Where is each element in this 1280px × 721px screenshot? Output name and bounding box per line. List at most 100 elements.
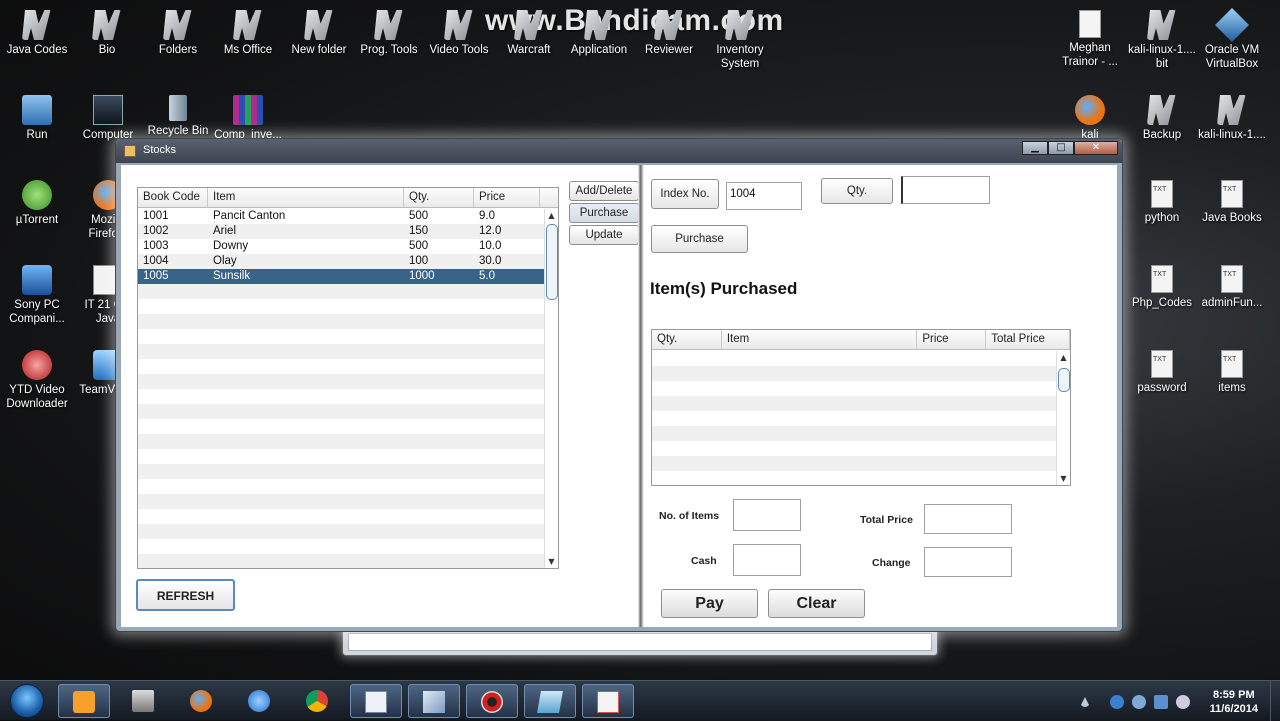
- desktop-icon-password[interactable]: password: [1127, 350, 1197, 395]
- table-row[interactable]: 1004 Olay 100 30.0: [138, 254, 544, 269]
- table-row[interactable]: 1003 Downy 500 10.0: [138, 239, 544, 254]
- desktop-icon-folders[interactable]: Folders: [143, 10, 213, 57]
- desktop-icon-label: Backup: [1142, 129, 1182, 141]
- desktop-icon-php-codes[interactable]: Php_Codes: [1127, 265, 1197, 310]
- desktop-icon-python[interactable]: python: [1127, 180, 1197, 225]
- desktop-icon-comp-inve[interactable]: Comp_inve...: [213, 95, 283, 142]
- change-field[interactable]: [924, 547, 1012, 577]
- start-button[interactable]: [10, 684, 44, 718]
- folder-shortcut-icon: [163, 10, 192, 40]
- refresh-button[interactable]: REFRESH: [136, 579, 235, 611]
- desktop-icon-video-tools[interactable]: Video Tools: [424, 10, 494, 57]
- desktop-icon-java-codes[interactable]: Java Codes: [2, 10, 72, 57]
- network-icon[interactable]: [1110, 695, 1124, 709]
- desktop-icon-java-books[interactable]: Java Books: [1197, 180, 1267, 225]
- text-file-icon: [1221, 265, 1243, 293]
- desktop-icon-kali-2[interactable]: kali-linux-1....: [1197, 95, 1267, 142]
- desktop-icon-ytd-video[interactable]: YTD Video Downloader: [2, 350, 72, 411]
- column-header-item[interactable]: Item: [722, 330, 918, 349]
- desktop-icon-kali[interactable]: kali: [1055, 95, 1125, 142]
- tab-purchase[interactable]: Purchase: [569, 203, 639, 223]
- taskbar-firefox[interactable]: [176, 684, 228, 718]
- show-hidden-icons-arrow-icon[interactable]: [1080, 697, 1090, 707]
- column-header-price[interactable]: Price: [917, 330, 987, 349]
- desktop-icon-utorrent[interactable]: µTorrent: [2, 180, 72, 227]
- total-price-field[interactable]: [924, 504, 1012, 534]
- column-header-qty[interactable]: Qty.: [404, 188, 474, 207]
- desktop-icon-warcraft[interactable]: Warcraft: [494, 10, 564, 57]
- taskbar-clock[interactable]: 8:59 PM 11/6/2014: [1210, 688, 1258, 716]
- desktop-icon-label: Php_Codes: [1131, 297, 1193, 309]
- desktop-icon-meghan[interactable]: Meghan Trainor - ...: [1055, 10, 1125, 69]
- stock-table-scrollbar[interactable]: ▲ ▼: [544, 209, 558, 568]
- clear-button[interactable]: Clear: [768, 589, 865, 618]
- desktop-icon-run[interactable]: Run: [2, 95, 72, 142]
- desktop-icon-kali-bit[interactable]: kali-linux-1.... bit: [1127, 10, 1197, 71]
- volume-icon[interactable]: [1176, 695, 1190, 709]
- column-header-item[interactable]: Item: [208, 188, 404, 207]
- scroll-thumb[interactable]: [546, 224, 558, 300]
- desktop-icon-computer[interactable]: Computer: [73, 95, 143, 142]
- desktop-icon-label: Folders: [158, 44, 198, 56]
- column-header-total-price[interactable]: Total Price: [986, 330, 1070, 349]
- desktop-icon-recycle-bin[interactable]: Recycle Bin: [143, 95, 213, 138]
- clock-date: 11/6/2014: [1209, 703, 1258, 715]
- desktop-icon-prog-tools[interactable]: Prog. Tools: [354, 10, 424, 57]
- notepad-icon: [537, 691, 563, 713]
- taskbar-chrome[interactable]: [292, 684, 344, 718]
- purchase-button[interactable]: Purchase: [651, 225, 748, 253]
- qty-field[interactable]: [901, 176, 990, 204]
- desktop-icon-inventory-system[interactable]: Inventory System: [705, 10, 775, 71]
- tab-add-delete[interactable]: Add/Delete: [569, 181, 639, 201]
- desktop-icon-label: Meghan Trainor - ...: [1062, 42, 1118, 68]
- index-no-field[interactable]: 1004: [726, 182, 802, 210]
- desktop-icon-reviewer[interactable]: Reviewer: [634, 10, 704, 57]
- scroll-up-arrow-icon[interactable]: ▲: [545, 209, 558, 222]
- desktop-icon-backup[interactable]: Backup: [1127, 95, 1197, 142]
- taskbar-app[interactable]: [118, 684, 170, 718]
- folder-shortcut-icon: [1147, 95, 1176, 125]
- text-file-icon: [1151, 350, 1173, 378]
- desktop-icon-sony-pc-companion[interactable]: Sony PC Compani...: [2, 265, 72, 326]
- column-header-price[interactable]: Price: [474, 188, 540, 207]
- tab-update[interactable]: Update: [569, 225, 639, 245]
- column-header-qty[interactable]: Qty.: [652, 330, 722, 349]
- desktop-icon-items[interactable]: items: [1197, 350, 1267, 395]
- taskbar-java[interactable]: [582, 684, 634, 718]
- table-row[interactable]: 1002 Ariel 150 12.0: [138, 224, 544, 239]
- maximize-button[interactable]: □: [1048, 141, 1074, 155]
- desktop-icon-new-folder[interactable]: New folder: [284, 10, 354, 57]
- scroll-up-arrow-icon[interactable]: ▲: [1057, 351, 1070, 364]
- scroll-down-arrow-icon[interactable]: ▼: [545, 555, 558, 568]
- desktop-icon-label: Application: [570, 44, 628, 56]
- taskbar-notepad[interactable]: [524, 684, 576, 718]
- taskbar-internet-explorer[interactable]: [234, 684, 286, 718]
- signal-icon[interactable]: [1154, 695, 1168, 709]
- table-row-selected[interactable]: 1005 Sunsilk 1000 5.0: [138, 269, 544, 284]
- minimize-button[interactable]: ▁: [1022, 141, 1048, 155]
- desktop-icon-adminfun[interactable]: adminFun...: [1197, 265, 1267, 310]
- purchased-table-scrollbar[interactable]: ▲ ▼: [1056, 351, 1070, 485]
- table-row[interactable]: 1001 Pancit Canton 500 9.0: [138, 209, 544, 224]
- pay-button[interactable]: Pay: [661, 589, 758, 618]
- taskbar-virtualbox[interactable]: [408, 684, 460, 718]
- taskbar-media-player[interactable]: [58, 684, 110, 718]
- desktop-icon-bio[interactable]: Bio: [72, 10, 142, 57]
- show-desktop-button[interactable]: [1270, 681, 1280, 721]
- desktop-icon-virtualbox[interactable]: Oracle VM VirtualBox: [1197, 8, 1267, 71]
- close-button[interactable]: ✕: [1074, 141, 1118, 155]
- cash-field[interactable]: [733, 544, 801, 576]
- desktop-icon-ms-office[interactable]: Ms Office: [213, 10, 283, 57]
- folder-shortcut-icon: [1217, 95, 1246, 125]
- ytd-icon: [22, 350, 52, 380]
- scroll-down-arrow-icon[interactable]: ▼: [1057, 472, 1070, 485]
- background-window-content: [348, 633, 932, 651]
- sync-icon[interactable]: [1132, 695, 1146, 709]
- no-of-items-field[interactable]: [733, 499, 801, 531]
- column-header-book-code[interactable]: Book Code: [138, 188, 208, 207]
- taskbar-explorer-window[interactable]: [350, 684, 402, 718]
- scroll-thumb[interactable]: [1058, 368, 1070, 392]
- taskbar-bandicam[interactable]: [466, 684, 518, 718]
- window-titlebar[interactable]: Stocks ▁ □ ✕: [116, 139, 1122, 163]
- desktop-icon-application[interactable]: Application: [564, 10, 634, 57]
